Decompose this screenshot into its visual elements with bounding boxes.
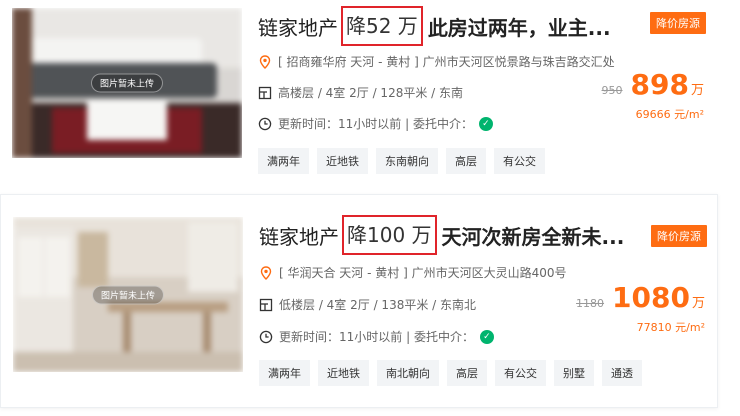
image-placeholder-tag: 图片暂未上传 (90, 73, 164, 93)
original-price: 1180 (576, 297, 605, 310)
price-drop-highlight: 降100 万 (342, 215, 437, 255)
feature-tag: 别墅 (554, 360, 594, 386)
price-unit: 万 (691, 296, 705, 311)
details-text: 高楼层 / 4室 2厅 / 128平米 / 东南 (278, 86, 464, 100)
listing-title[interactable]: 链家地产 降52 万 此房过两年，业主... (258, 6, 611, 46)
total-price: 950 898 万 (602, 68, 704, 101)
update-text: 更新时间：11小时以前 | 委托中介： (279, 330, 474, 344)
feature-tag: 有公交 (495, 360, 546, 386)
clock-icon (258, 117, 272, 131)
agency-name: 链家地产 (258, 15, 338, 40)
update-row: 更新时间：11小时以前 | 委托中介： ✓ (258, 115, 493, 132)
feature-tag: 满两年 (259, 360, 310, 386)
verified-icon[interactable]: ✓ (478, 116, 493, 131)
price-unit: 万 (690, 83, 704, 98)
price-drop-badge: 降价房源 (651, 225, 707, 247)
current-price: 1080 (612, 281, 690, 314)
price-drop-badge: 降价房源 (650, 12, 706, 34)
update-row: 更新时间：11小时以前 | 委托中介： ✓ (259, 328, 494, 345)
feature-tag: 近地铁 (318, 360, 369, 386)
clock-icon (259, 330, 273, 344)
total-price: 1180 1080 万 (576, 281, 705, 314)
address-text[interactable]: [ 华润天合 天河 - 黄村 ] 广州市天河区大灵山路400号 (279, 264, 567, 281)
image-placeholder-tag: 图片暂未上传 (91, 285, 165, 304)
listing-photo[interactable]: 图片暂未上传 (13, 217, 243, 372)
feature-tag: 满两年 (258, 148, 309, 174)
feature-tag: 近地铁 (317, 148, 368, 174)
tag-list: 满两年 近地铁 东南朝向 高层 有公交 (258, 148, 553, 174)
listing-title[interactable]: 链家地产 降100 万 天河次新房全新未... (259, 215, 624, 255)
layout-icon (259, 298, 273, 312)
verified-icon[interactable]: ✓ (479, 329, 494, 344)
address-text[interactable]: [ 招商雍华府 天河 - 黄村 ] 广州市天河区悦景路与珠吉路交汇处 (278, 53, 615, 70)
agency-name: 链家地产 (259, 224, 339, 249)
title-description: 天河次新房全新未... (441, 224, 625, 249)
listing-card[interactable]: 图片暂未上传 链家地产 降100 万 天河次新房全新未... 降价房源 [ 华润… (0, 194, 718, 408)
tag-list: 满两年 近地铁 南北朝向 高层 有公交 别墅 通透 (259, 360, 650, 386)
details-row: 高楼层 / 4室 2厅 / 128平米 / 东南 (258, 84, 463, 101)
current-price: 898 (630, 68, 689, 101)
feature-tag: 通透 (602, 360, 642, 386)
price-drop-highlight: 降52 万 (341, 6, 423, 46)
details-row: 低楼层 / 4室 2厅 / 138平米 / 东南北 (259, 296, 476, 313)
location-icon (259, 265, 273, 280)
unit-price: 77810 元/m² (636, 321, 705, 334)
listing-photo[interactable]: 图片暂未上传 (12, 8, 242, 158)
feature-tag: 高层 (447, 360, 487, 386)
feature-tag: 有公交 (494, 148, 545, 174)
original-price: 950 (601, 84, 623, 97)
update-text: 更新时间：11小时以前 | 委托中介： (278, 117, 473, 131)
details-text: 低楼层 / 4室 2厅 / 138平米 / 东南北 (279, 298, 477, 312)
listing-card[interactable]: 图片暂未上传 链家地产 降52 万 此房过两年，业主... 降价房源 [ 招商雍… (0, 0, 716, 178)
address-row: [ 招商雍华府 天河 - 黄村 ] 广州市天河区悦景路与珠吉路交汇处 (258, 53, 615, 70)
location-icon (258, 54, 272, 69)
unit-price: 69666 元/m² (635, 108, 704, 121)
feature-tag: 南北朝向 (377, 360, 439, 386)
address-row: [ 华润天合 天河 - 黄村 ] 广州市天河区大灵山路400号 (259, 264, 567, 281)
feature-tag: 东南朝向 (376, 148, 438, 174)
title-description: 此房过两年，业主... (427, 15, 611, 40)
feature-tag: 高层 (446, 148, 486, 174)
layout-icon (258, 86, 272, 100)
